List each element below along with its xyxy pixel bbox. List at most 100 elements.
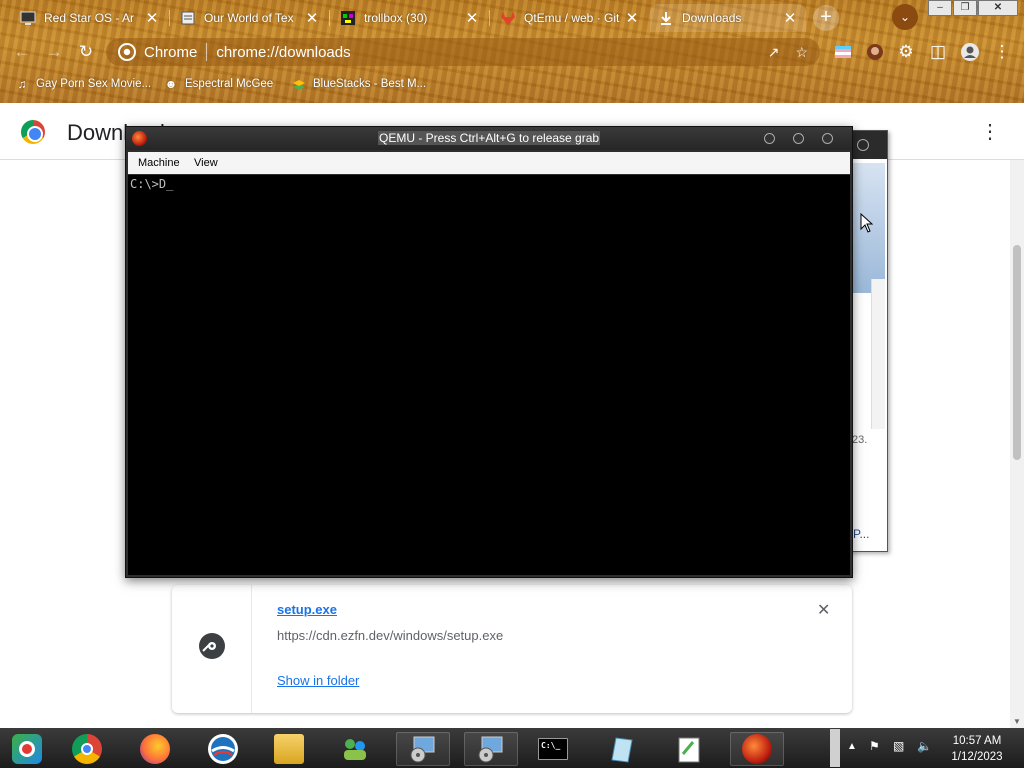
menu-view[interactable]: View — [194, 157, 218, 169]
monitor-icon — [20, 10, 36, 26]
qemu-titlebar[interactable]: QEMU - Press Ctrl+Alt+G to release grab — [126, 127, 852, 150]
taskbar-vm-install-2[interactable] — [464, 732, 518, 766]
close-icon[interactable] — [822, 133, 833, 144]
chrome-window-header: – ❐ ✕ Red Star OS - Ar ✕ Our World of Te… — [0, 0, 1024, 103]
tab-title: QtEmu / web · Git — [524, 11, 620, 25]
more-actions-icon[interactable]: ⋮ — [980, 119, 1000, 144]
taskbar-file-manager[interactable] — [262, 732, 316, 766]
chrome-site-icon — [118, 43, 136, 61]
qemu-icon — [742, 734, 772, 764]
qemu-window[interactable]: QEMU - Press Ctrl+Alt+G to release grab … — [125, 126, 853, 578]
tab-our-world-of-text[interactable]: Our World of Tex ✕ — [172, 4, 328, 32]
qemu-window-title: QEMU - Press Ctrl+Alt+G to release grab — [378, 131, 601, 145]
action-center-flag-icon[interactable]: ⚑ — [869, 739, 880, 753]
background-window[interactable]: 23. P... — [848, 130, 888, 552]
new-tab-button[interactable]: + — [813, 5, 839, 31]
tab-search-button[interactable]: ⌄ — [892, 4, 918, 30]
qemu-menubar: Machine View — [128, 152, 850, 174]
clock-time: 10:57 AM — [952, 735, 1002, 747]
tab-qtemu-gitlab[interactable]: QtEmu / web · Git ✕ — [492, 4, 648, 32]
terminal-icon: C:\_ — [538, 738, 568, 760]
window-button-icon[interactable] — [857, 139, 869, 151]
tray-overflow-icon[interactable]: ▲ — [847, 741, 857, 752]
forward-button[interactable]: → — [42, 40, 66, 64]
close-tab-icon[interactable]: ✕ — [464, 9, 480, 27]
close-window-button[interactable]: ✕ — [978, 0, 1018, 16]
tab-red-star-os[interactable]: Red Star OS - Ar ✕ — [12, 4, 168, 32]
maximize-button[interactable]: ❐ — [953, 0, 977, 16]
close-tab-icon[interactable]: ✕ — [624, 9, 640, 27]
chrome-menu-icon[interactable]: ⋮ — [990, 40, 1014, 64]
show-in-folder-link[interactable]: Show in folder — [277, 673, 359, 688]
download-icon — [658, 10, 674, 26]
minimize-button[interactable]: – — [928, 0, 952, 16]
network-users-icon — [340, 734, 370, 764]
bookmark-item[interactable]: BlueStacks - Best M... — [291, 74, 426, 94]
bookmark-star-icon[interactable]: ☆ — [795, 44, 808, 61]
tab-title: trollbox (30) — [364, 11, 428, 25]
close-tab-icon[interactable]: ✕ — [144, 9, 160, 27]
bluestacks-icon — [291, 76, 307, 92]
address-bar[interactable]: Chrome chrome://downloads ↗ ☆ — [106, 38, 820, 66]
trollbox-icon — [340, 10, 356, 26]
tab-title: Red Star OS - Ar — [44, 11, 135, 25]
tab-title: Downloads — [682, 11, 742, 25]
installer-computer-icon — [476, 734, 506, 764]
clock-date: 1/12/2023 — [951, 751, 1003, 763]
bookmark-favicon-icon: ♫ — [17, 77, 27, 91]
maximize-icon[interactable] — [793, 133, 804, 144]
editor-icon — [674, 734, 704, 764]
minimize-icon[interactable] — [764, 133, 775, 144]
bookmark-item[interactable]: ♫ Gay Porn Sex Movie... — [14, 74, 152, 94]
scrollbar-thumb[interactable] — [1013, 245, 1021, 460]
taskbar-notepad[interactable] — [594, 732, 648, 766]
close-tab-icon[interactable]: ✕ — [304, 9, 320, 27]
opera-icon — [208, 734, 238, 764]
taskbar-scroll-handle[interactable] — [830, 729, 840, 767]
mouse-cursor-icon — [860, 213, 874, 233]
share-icon[interactable]: ↗ — [768, 44, 780, 61]
back-button[interactable]: ← — [10, 40, 34, 64]
bookmark-label: BlueStacks - Best M... — [313, 78, 427, 90]
extension-avatar-icon[interactable] — [863, 40, 887, 64]
taskbar-qemu[interactable] — [730, 732, 784, 766]
background-window-text: 23. — [852, 434, 868, 446]
url-text[interactable]: chrome://downloads — [216, 44, 350, 61]
menu-machine[interactable]: Machine — [138, 157, 180, 169]
taskbar-chrome[interactable] — [60, 732, 114, 766]
bookmark-item[interactable]: ☻ Espectral McGee — [163, 74, 274, 94]
profile-icon[interactable] — [958, 40, 982, 64]
bookmark-label: Gay Porn Sex Movie... — [36, 78, 152, 90]
taskbar-editor[interactable] — [662, 732, 716, 766]
taskbar-opera[interactable] — [196, 732, 250, 766]
network-tray-icon[interactable]: ▧ — [893, 739, 904, 753]
bookmark-label: Espectral McGee — [185, 78, 274, 90]
taskbar-network[interactable] — [328, 732, 382, 766]
qemu-display[interactable]: C:\>D_ — [128, 175, 850, 575]
reload-button[interactable]: ↻ — [74, 40, 98, 64]
tab-downloads[interactable]: Downloads ✕ — [650, 4, 806, 32]
firefox-icon — [140, 734, 170, 764]
close-tab-icon[interactable]: ✕ — [782, 9, 798, 27]
scroll-down-icon[interactable]: ▼ — [1013, 717, 1021, 726]
download-filename-link[interactable]: setup.exe — [277, 602, 337, 617]
remove-download-icon[interactable]: ✕ — [817, 600, 830, 620]
bookmark-favicon-icon: ☻ — [164, 77, 178, 91]
volume-icon[interactable]: 🔈 — [917, 739, 932, 753]
system-clock[interactable]: 10:57 AM 1/12/2023 — [946, 733, 1008, 765]
taskbar-command-prompt[interactable]: C:\_ — [526, 732, 580, 766]
download-item-card: setup.exe https://cdn.ezfn.dev/windows/s… — [172, 585, 852, 713]
tab-trollbox[interactable]: trollbox (30) ✕ — [332, 4, 488, 32]
start-button[interactable] — [0, 732, 54, 766]
extensions-puzzle-icon[interactable]: ⚙ — [894, 40, 918, 64]
taskbar-vm-install-1[interactable] — [396, 732, 450, 766]
dos-prompt: C:\>D_ — [130, 177, 174, 191]
chrome-logo-icon — [21, 120, 45, 144]
side-panel-icon[interactable]: ◫ — [926, 40, 950, 64]
extension-flag-icon[interactable] — [831, 40, 855, 64]
notepad-icon — [606, 734, 636, 764]
background-window-scrollbar[interactable] — [871, 279, 885, 429]
page-scrollbar[interactable]: ▼ — [1010, 160, 1024, 728]
taskbar-firefox[interactable] — [128, 732, 182, 766]
background-window-text: P... — [853, 527, 870, 541]
